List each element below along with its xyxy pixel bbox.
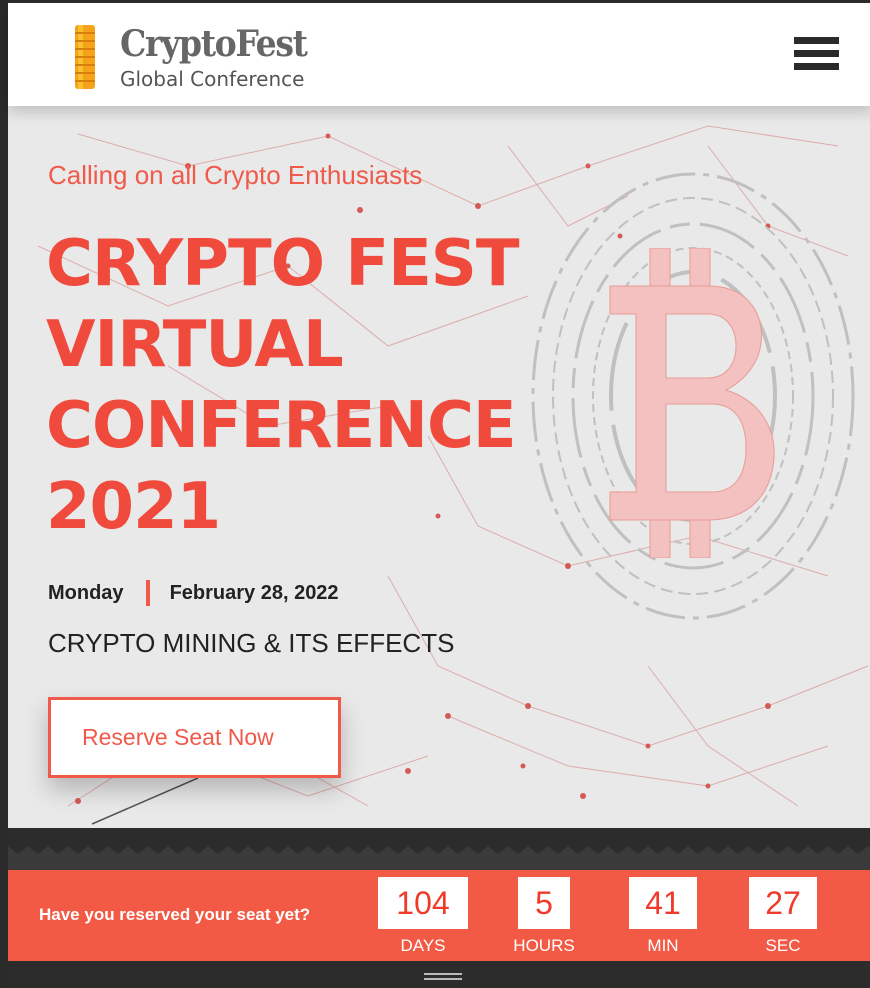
event-topic: CRYPTO MINING & ITS EFFECTS xyxy=(48,628,455,658)
coin-stack-icon xyxy=(75,25,95,89)
event-date: February 28, 2022 xyxy=(169,581,339,604)
countdown-value: 41 xyxy=(629,877,697,929)
countdown-label: HOURS xyxy=(513,936,575,955)
brand-name[interactable]: CryptoFest xyxy=(120,23,308,65)
drag-handle-icon[interactable] xyxy=(424,973,462,981)
countdown-label: DAYS xyxy=(400,936,446,955)
brand-subtitle: Global Conference xyxy=(120,67,305,91)
date-divider xyxy=(145,580,150,606)
bottom-bar xyxy=(8,961,870,988)
reserve-seat-button[interactable]: Reserve Seat Now xyxy=(48,697,341,778)
countdown-label: MIN xyxy=(647,936,679,955)
countdown-hours: 5 HOURS xyxy=(513,877,575,956)
countdown-bar: Have you reserved your seat yet? 104 DAY… xyxy=(8,870,870,961)
hero-headline: CRYPTO FEST VIRTUAL CONFERENCE 2021 xyxy=(46,224,566,548)
hamburger-menu-icon[interactable] xyxy=(794,37,839,77)
countdown-days: 104 DAYS xyxy=(378,877,468,956)
event-day: Monday xyxy=(48,581,124,604)
site-header: CryptoFest Global Conference xyxy=(8,0,870,106)
countdown-value: 27 xyxy=(749,877,817,929)
countdown-value: 104 xyxy=(378,877,468,929)
hero-section: Calling on all Crypto Enthusiasts CRYPTO… xyxy=(8,106,870,828)
decorative-band xyxy=(8,828,870,870)
headline-line: 2021 xyxy=(46,470,221,544)
event-date-row: Monday February 28, 2022 xyxy=(48,580,339,606)
headline-line: CONFERENCE xyxy=(46,389,517,463)
hero-tagline: Calling on all Crypto Enthusiasts xyxy=(48,160,423,190)
countdown-sec: 27 SEC xyxy=(749,877,817,956)
countdown-value: 5 xyxy=(518,877,570,929)
headline-line: VIRTUAL xyxy=(46,308,344,382)
countdown-label: SEC xyxy=(765,936,801,955)
bitcoin-icon xyxy=(609,248,775,558)
countdown-min: 41 MIN xyxy=(629,877,697,956)
headline-line: CRYPTO FEST xyxy=(46,227,520,301)
page: CryptoFest Global Conference Calling on … xyxy=(0,0,870,988)
reserve-question: Have you reserved your seat yet? xyxy=(39,905,311,924)
